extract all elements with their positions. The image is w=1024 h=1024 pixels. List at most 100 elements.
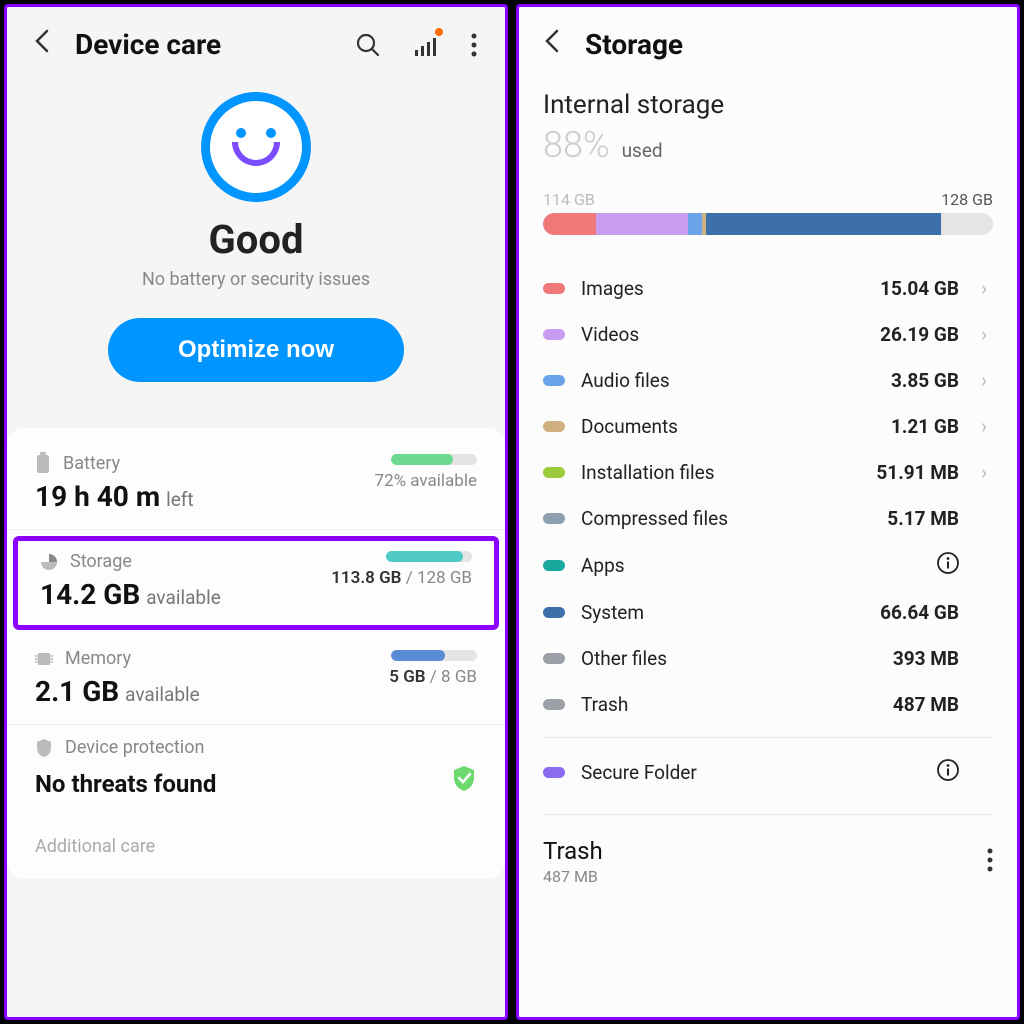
storage-segment: [543, 213, 596, 235]
category-row[interactable]: Other files 393 MB: [543, 635, 993, 681]
trash-section[interactable]: Trash 487 MB: [543, 833, 993, 906]
trash-subtitle: 487 MB: [543, 867, 987, 886]
back-icon[interactable]: [33, 27, 53, 62]
storage-meta: 113.8 GB / 128 GB: [331, 568, 472, 588]
storage-row[interactable]: Storage 113.8 GB / 128 GB 14.2 GBavailab…: [13, 536, 499, 630]
category-color-pill: [543, 329, 565, 340]
storage-segment: [688, 213, 702, 235]
category-value: 1.21 GB: [891, 415, 959, 438]
memory-unit: available: [125, 683, 200, 706]
signal-icon[interactable]: [413, 32, 439, 58]
category-row[interactable]: Documents 1.21 GB ›: [543, 403, 993, 449]
category-color-pill: [543, 421, 565, 432]
category-color-pill: [543, 467, 565, 478]
page-title: Storage: [585, 28, 683, 61]
additional-care-label: Additional care: [7, 814, 505, 879]
category-color-pill: [543, 283, 565, 294]
info-icon[interactable]: [937, 552, 959, 578]
bar-used-label: 114 GB: [543, 190, 595, 209]
memory-icon: [35, 650, 53, 668]
category-name: Audio files: [581, 369, 875, 392]
battery-bar: [391, 454, 477, 465]
internal-storage-section: Internal storage 88% used 114 GB 128 GB …: [519, 82, 1017, 914]
status-block: Good No battery or security issues Optim…: [7, 82, 505, 382]
memory-value: 2.1 GB: [35, 675, 119, 708]
header: Device care: [7, 7, 505, 82]
category-color-pill: [543, 375, 565, 386]
battery-icon: [35, 452, 51, 474]
bar-labels: 114 GB 128 GB: [543, 190, 993, 209]
storage-label: Storage: [70, 551, 132, 572]
battery-label: Battery: [63, 453, 120, 474]
chevron-right-icon: ›: [975, 322, 993, 346]
metrics-card: Battery 72% available 19 h 40 mleft Stor…: [7, 428, 505, 879]
page-title: Device care: [75, 28, 333, 61]
category-row[interactable]: Secure Folder: [543, 748, 993, 796]
category-row[interactable]: Installation files 51.91 MB ›: [543, 449, 993, 495]
category-name: System: [581, 601, 864, 624]
status-smiley-icon: [201, 92, 311, 202]
category-row[interactable]: Images15.04 GB›: [543, 265, 993, 311]
chevron-right-icon: ›: [975, 368, 993, 392]
memory-label: Memory: [65, 648, 131, 669]
category-color-pill: [543, 560, 565, 571]
divider: [543, 737, 993, 738]
more-icon[interactable]: [471, 32, 477, 58]
category-value: 5.17 MB: [887, 507, 959, 530]
storage-icon: [40, 553, 58, 571]
category-row[interactable]: Trash 487 MB: [543, 681, 993, 727]
category-value: 393 MB: [893, 647, 959, 670]
shield-icon: [35, 738, 53, 758]
protection-value: No threats found: [35, 770, 216, 798]
category-value: 15.04 GB: [880, 277, 959, 300]
battery-unit: left: [166, 488, 194, 511]
category-name: Documents: [581, 415, 875, 438]
section-title: Internal storage: [543, 90, 993, 120]
battery-row[interactable]: Battery 72% available 19 h 40 mleft: [7, 440, 505, 530]
category-name: Installation files: [581, 461, 860, 484]
shield-check-icon: [451, 764, 477, 796]
category-value: 51.91 MB: [876, 461, 959, 484]
category-color-pill: [543, 513, 565, 524]
memory-row[interactable]: Memory 5 GB / 8 GB 2.1 GBavailable: [7, 636, 505, 725]
category-value: 3.85 GB: [891, 369, 959, 392]
category-row[interactable]: System 66.64 GB: [543, 589, 993, 635]
more-icon[interactable]: [987, 847, 993, 877]
category-name: Compressed files: [581, 507, 871, 530]
trash-title: Trash: [543, 837, 987, 865]
category-value: 26.19 GB: [880, 323, 959, 346]
category-name: Apps: [581, 554, 921, 577]
storage-segment: [596, 213, 688, 235]
storage-bar: [543, 213, 993, 235]
category-value: 66.64 GB: [880, 601, 959, 624]
category-row[interactable]: Videos26.19 GB›: [543, 311, 993, 357]
back-icon[interactable]: [543, 27, 563, 62]
category-value: 487 MB: [893, 693, 959, 716]
storage-bar: [386, 551, 472, 562]
category-color-pill: [543, 607, 565, 618]
category-name: Trash: [581, 693, 877, 716]
category-name: Secure Folder: [581, 761, 921, 784]
divider: [543, 814, 993, 815]
battery-value: 19 h 40 m: [35, 480, 160, 513]
info-icon[interactable]: [937, 759, 959, 785]
category-row[interactable]: Apps: [543, 541, 993, 589]
storage-segment: [706, 213, 940, 235]
storage-value: 14.2 GB: [40, 578, 140, 611]
category-list: Images15.04 GB›Videos26.19 GB›Audio file…: [543, 265, 993, 796]
optimize-button[interactable]: Optimize now: [108, 318, 404, 382]
chevron-right-icon: ›: [975, 460, 993, 484]
notification-dot: [435, 28, 443, 36]
storage-screen: Storage Internal storage 88% used 114 GB…: [516, 4, 1020, 1020]
category-name: Other files: [581, 647, 877, 670]
chevron-right-icon: ›: [975, 414, 993, 438]
search-icon[interactable]: [355, 32, 381, 58]
category-row[interactable]: Audio files 3.85 GB ›: [543, 357, 993, 403]
category-row[interactable]: Compressed files 5.17 MB: [543, 495, 993, 541]
device-care-screen: Device care Goo: [4, 4, 508, 1020]
protection-row[interactable]: Device protection No threats found: [7, 725, 505, 814]
status-title: Good: [27, 216, 485, 263]
memory-bar: [391, 650, 477, 661]
usage-percent: 88%: [543, 124, 610, 166]
protection-label: Device protection: [65, 737, 204, 758]
